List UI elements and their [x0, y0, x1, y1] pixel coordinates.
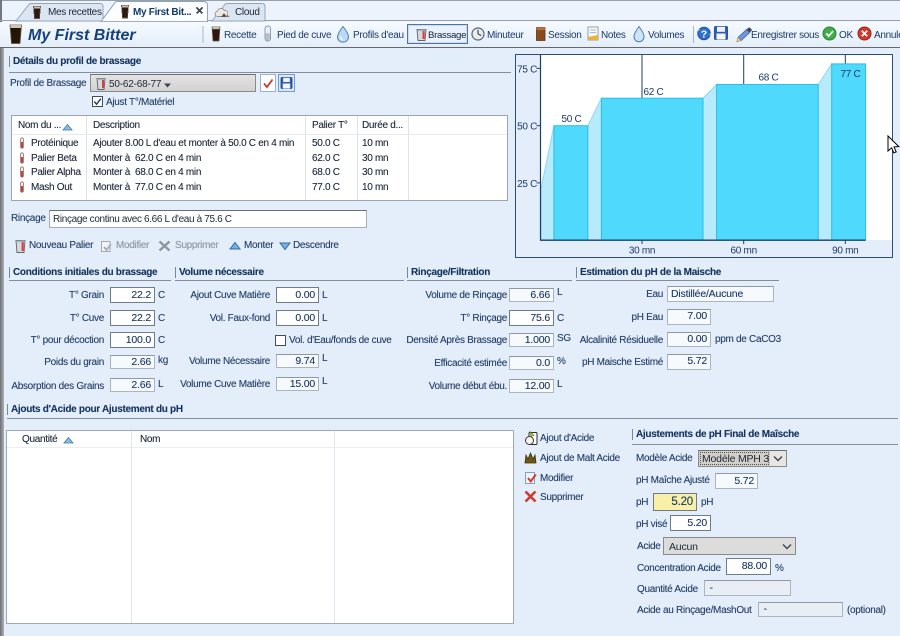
svg-text:Annuler: Annuler [874, 30, 900, 41]
svg-text:30 mn: 30 mn [629, 246, 655, 257]
svg-text:68 C: 68 C [759, 73, 779, 84]
svg-text:62 C: 62 C [644, 87, 664, 98]
svg-text:Recette: Recette [224, 30, 257, 41]
svg-text:?: ? [701, 29, 707, 41]
svg-text:Pied de cuve: Pied de cuve [277, 30, 332, 41]
svg-text:Profils d'eau: Profils d'eau [353, 30, 404, 41]
svg-text:Cloud: Cloud [235, 7, 260, 18]
svg-text:Brassage: Brassage [428, 30, 466, 41]
svg-text:Notes: Notes [601, 30, 626, 41]
svg-text:90 mn: 90 mn [832, 246, 858, 257]
svg-text:OK: OK [839, 30, 853, 41]
svg-text:Mes recettes: Mes recettes [48, 7, 102, 18]
svg-text:75 C: 75 C [517, 64, 537, 75]
svg-text:Minuteur: Minuteur [487, 30, 524, 41]
svg-text:My First Bitter: My First Bitter [28, 27, 136, 44]
svg-text:77 C: 77 C [841, 69, 861, 80]
svg-text:60 mn: 60 mn [731, 246, 757, 257]
svg-text:Enregistrer sous: Enregistrer sous [751, 30, 819, 41]
svg-text:Volumes: Volumes [648, 30, 685, 41]
svg-text:50 C: 50 C [517, 122, 537, 133]
svg-text:Session: Session [548, 30, 581, 41]
svg-text:50 C: 50 C [562, 114, 582, 125]
svg-text:25 C: 25 C [517, 179, 537, 190]
svg-text:My First Bit...: My First Bit... [133, 7, 192, 18]
